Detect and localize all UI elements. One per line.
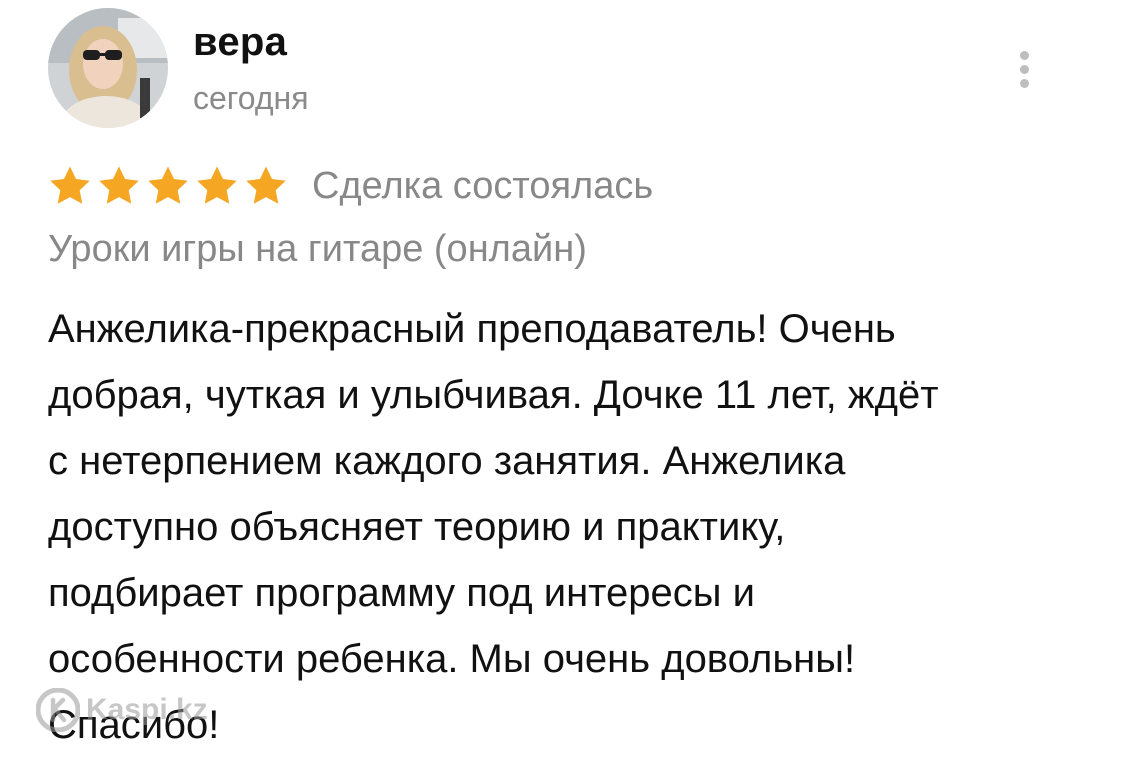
star-icon (48, 165, 92, 207)
avatar[interactable] (48, 8, 168, 128)
avatar-image (48, 8, 168, 128)
star-rating (48, 165, 288, 207)
review-date: сегодня (193, 80, 309, 116)
deal-status: Сделка состоялась (312, 164, 654, 207)
star-icon (146, 165, 190, 207)
star-icon (244, 165, 288, 207)
rating-row: Сделка состоялась (48, 162, 653, 210)
author-name: вера (193, 20, 288, 64)
review-text: Анжелика-прекрасный преподаватель! Очень… (48, 307, 939, 747)
service-name: Уроки игры на гитаре (онлайн) (48, 228, 587, 270)
star-icon (195, 165, 239, 207)
more-vertical-icon (1019, 50, 1029, 60)
star-icon (97, 165, 141, 207)
more-options-button[interactable] (1004, 44, 1044, 94)
